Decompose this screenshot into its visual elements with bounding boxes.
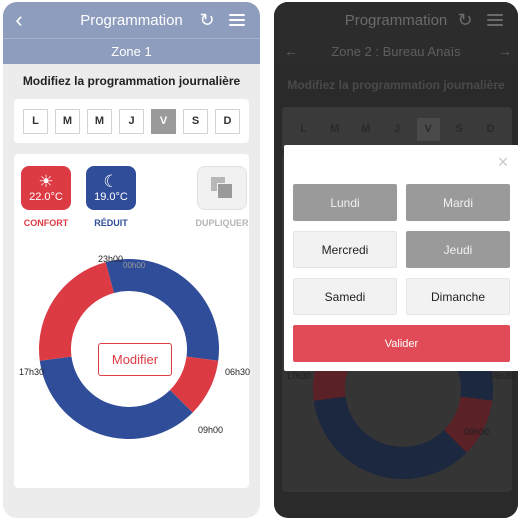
previous-zone-arrow-icon[interactable]: ← xyxy=(284,38,298,64)
duplicate-days-dialog: × Lundi Mardi Mercredi Jeudi Samedi Dima… xyxy=(284,145,518,371)
refresh-icon[interactable]: ↻ xyxy=(454,2,476,38)
day-button-lundi[interactable]: L xyxy=(291,116,316,142)
dialog-day-mardi[interactable]: Mardi xyxy=(406,184,510,221)
right-phone-screen: Programmation ↻ ← Zone 2 : Bureau Anaïs … xyxy=(274,2,518,518)
time-label-1730: 17h30 xyxy=(286,371,312,381)
day-button-mardi[interactable]: M xyxy=(322,116,348,142)
reduit-temperature: 19.0°C xyxy=(94,191,128,203)
sun-icon: ☀ xyxy=(38,172,54,191)
time-label-0630: 06h30 xyxy=(490,371,516,381)
day-button-jeudi[interactable]: J xyxy=(119,108,144,134)
dialog-day-mercredi[interactable]: Mercredi xyxy=(293,231,397,268)
next-zone-arrow-icon[interactable]: → xyxy=(498,38,512,64)
title-bar: Programmation ↻ xyxy=(274,2,518,38)
dialog-day-lundi[interactable]: Lundi xyxy=(293,184,397,221)
time-label-0900: 09h00 xyxy=(464,427,490,437)
day-button-dimanche[interactable]: D xyxy=(477,116,503,142)
copy-icon xyxy=(210,176,234,200)
day-button-jeudi[interactable]: J xyxy=(384,116,410,142)
confort-label: CONFORT xyxy=(23,218,69,228)
title-bar: ‹ Programmation ↻ xyxy=(3,2,260,38)
schedule-card: ☀ 22.0°C CONFORT ☾ 19.0°C RÉDUIT DUPLIQU… xyxy=(14,154,251,488)
zone-title: Zone 1 xyxy=(3,38,260,64)
dialog-day-jeudi[interactable]: Jeudi xyxy=(406,231,510,268)
time-label-1730: 17h30 xyxy=(19,367,45,377)
day-button-samedi[interactable]: S xyxy=(183,108,208,134)
hamburger-menu-icon[interactable] xyxy=(226,2,248,38)
donut-segment-reduit xyxy=(313,396,467,479)
zone-name: Zone 2 : Bureau Anaïs xyxy=(331,43,461,59)
zone-title: ← Zone 2 : Bureau Anaïs → xyxy=(274,38,518,64)
dupliquer-label: DUPLIQUER xyxy=(195,218,249,228)
dupliquer-tile[interactable] xyxy=(197,166,247,210)
back-arrow-icon[interactable]: ‹ xyxy=(9,2,29,38)
mode-reduit[interactable]: ☾ 19.0°C RÉDUIT xyxy=(84,166,138,228)
modify-button[interactable]: Modifier xyxy=(98,343,172,376)
confort-tile[interactable]: ☀ 22.0°C xyxy=(21,166,71,210)
day-button-samedi[interactable]: S xyxy=(446,116,472,142)
section-heading: Modifiez la programmation journalière xyxy=(287,78,505,92)
dialog-day-dimanche[interactable]: Dimanche xyxy=(406,278,510,315)
confort-temperature: 22.0°C xyxy=(29,191,63,203)
day-button-mercredi[interactable]: M xyxy=(87,108,112,134)
section-heading: Modifiez la programmation journalière xyxy=(22,74,241,88)
day-button-vendredi[interactable]: V xyxy=(415,116,441,142)
left-phone-screen: ‹ Programmation ↻ Zone 1 Modifiez la pro… xyxy=(3,2,260,518)
mode-dupliquer[interactable]: DUPLIQUER xyxy=(195,166,249,228)
page-title: Programmation xyxy=(344,11,448,29)
day-button-lundi[interactable]: L xyxy=(23,108,48,134)
moon-icon: ☾ xyxy=(103,172,119,191)
day-selector: L M M J V S D xyxy=(14,99,249,143)
validate-button[interactable]: Valider xyxy=(293,325,510,362)
page-title: Programmation xyxy=(80,11,183,29)
reduit-tile[interactable]: ☾ 19.0°C xyxy=(86,166,136,210)
reduit-label: RÉDUIT xyxy=(94,218,128,228)
close-icon[interactable]: × xyxy=(494,153,512,171)
dialog-day-samedi[interactable]: Samedi xyxy=(293,278,397,315)
hamburger-menu-icon[interactable] xyxy=(484,2,506,38)
time-label-0630: 06h30 xyxy=(225,367,251,377)
day-button-mercredi[interactable]: M xyxy=(353,116,379,142)
day-button-mardi[interactable]: M xyxy=(55,108,80,134)
mode-confort[interactable]: ☀ 22.0°C CONFORT xyxy=(19,166,73,228)
time-label-0900: 09h00 xyxy=(198,425,224,435)
time-label-2300: 23h00 xyxy=(98,254,124,264)
day-button-dimanche[interactable]: D xyxy=(215,108,240,134)
refresh-icon[interactable]: ↻ xyxy=(196,2,218,38)
day-button-vendredi[interactable]: V xyxy=(151,108,176,134)
time-label-0000: 00h00 xyxy=(123,261,146,270)
